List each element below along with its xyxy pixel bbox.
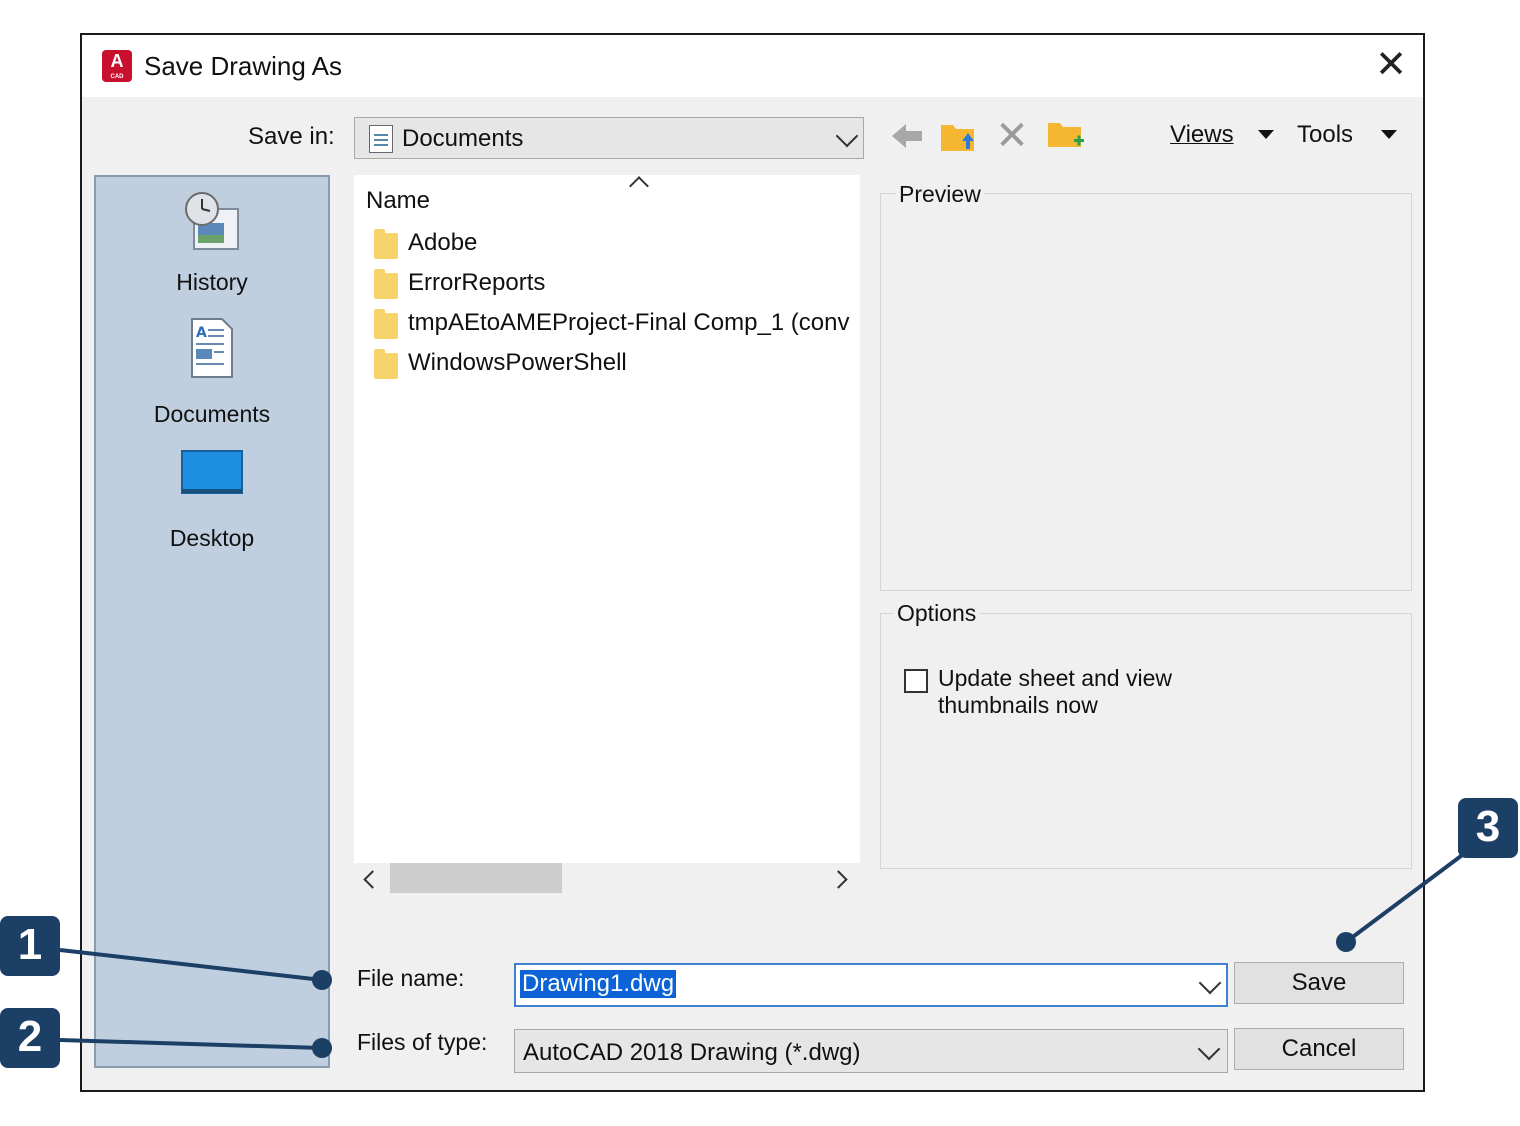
callout-line-2 (59, 1038, 323, 1050)
callout-2-dot (312, 1038, 332, 1058)
callout-1: 1 (0, 916, 60, 976)
callout-line-3 (1344, 851, 1467, 944)
callout-1-dot (312, 970, 332, 990)
callout-3: 3 (1458, 798, 1518, 858)
callout-line-1 (59, 948, 323, 982)
callout-3-dot (1336, 932, 1356, 952)
callout-lines (59, 851, 1467, 1050)
callout-2: 2 (0, 1008, 60, 1068)
